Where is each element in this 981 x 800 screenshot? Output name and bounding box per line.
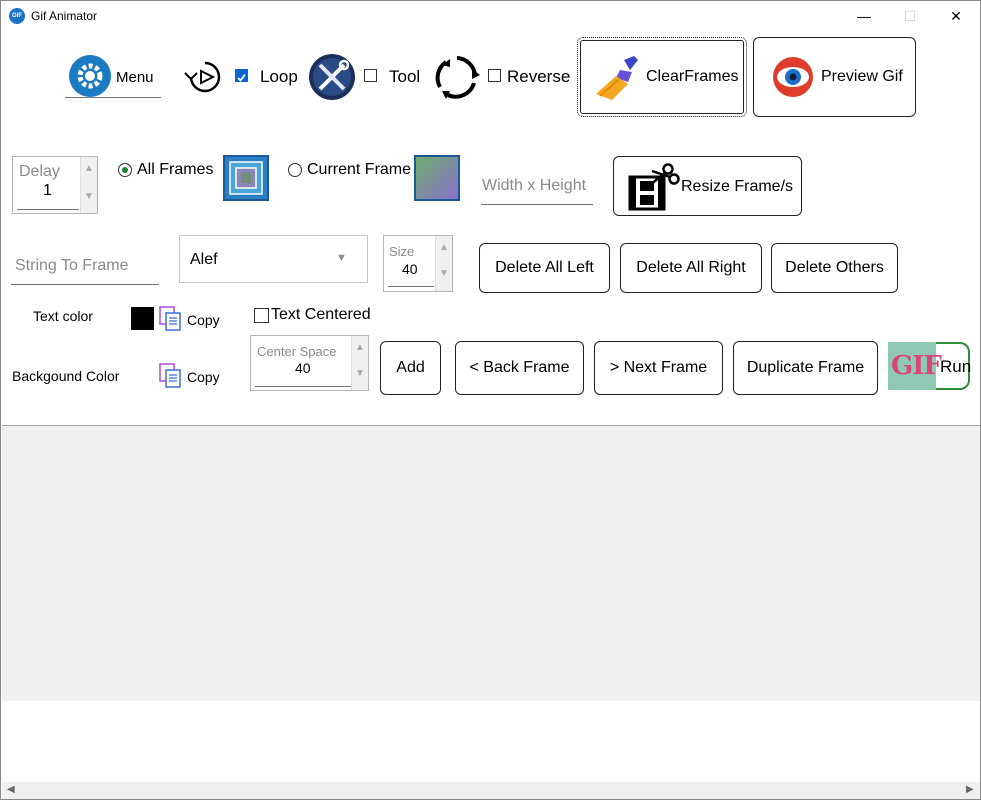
delete-others-button[interactable]: Delete Others: [771, 243, 898, 293]
spin-down-icon[interactable]: ▼: [84, 191, 94, 202]
size-label: Size: [389, 244, 415, 259]
tool-checkbox[interactable]: [364, 69, 377, 82]
preview-gif-button[interactable]: Preview Gif: [753, 37, 916, 117]
copy-icon[interactable]: [159, 306, 183, 332]
font-select[interactable]: Alef ▼: [179, 235, 368, 283]
text-color-label: Text color: [33, 308, 93, 324]
preview-gif-label: Preview Gif: [821, 68, 903, 85]
center-space-spinner[interactable]: Center Space 40 ▲ ▼: [250, 335, 369, 391]
tool-label: Tool: [389, 67, 421, 86]
clear-frames-button[interactable]: ClearFrames: [577, 37, 747, 117]
center-space-spin-arrows[interactable]: ▲ ▼: [351, 336, 368, 390]
gif-icon: GIF: [888, 342, 942, 390]
chevron-down-icon: ▼: [336, 252, 347, 264]
add-button[interactable]: Add: [380, 341, 441, 395]
frames-strip[interactable]: [2, 701, 980, 782]
delete-all-left-button[interactable]: Delete All Left: [479, 243, 610, 293]
title-bar: GIF Gif Animator — ☐ ✕: [1, 1, 980, 31]
delay-label: Delay: [19, 163, 60, 180]
spin-up-icon[interactable]: ▲: [84, 163, 94, 174]
app-icon: GIF: [9, 8, 25, 24]
loop-icon: [184, 61, 221, 93]
loop-checkbox[interactable]: [235, 69, 248, 82]
horizontal-scrollbar[interactable]: ◀ ▶: [2, 782, 980, 799]
center-space-label: Center Space: [257, 344, 337, 359]
all-frames-radio[interactable]: [118, 163, 132, 177]
background-color-copy-label[interactable]: Copy: [187, 369, 220, 385]
spin-down-icon[interactable]: ▼: [355, 368, 365, 379]
minimize-button[interactable]: —: [841, 1, 887, 31]
tool-icon: [309, 54, 355, 100]
reverse-checkbox[interactable]: [488, 69, 501, 82]
eye-icon: [773, 57, 813, 97]
all-frames-icon: [223, 155, 269, 201]
resize-frames-label: Resize Frame/s: [681, 178, 794, 195]
reverse-icon: [435, 56, 480, 99]
background-color-label: Backgound Color: [12, 368, 120, 384]
text-color-swatch[interactable]: [131, 307, 154, 330]
reverse-label: Reverse: [507, 67, 571, 86]
broom-icon: [596, 56, 638, 100]
resize-frames-button[interactable]: Resize Frame/s: [613, 156, 802, 216]
size-value: 40: [402, 261, 418, 277]
run-label: Run: [940, 357, 972, 376]
size-spinner[interactable]: Size 40 ▲ ▼: [383, 235, 453, 292]
gear-icon: [69, 55, 111, 97]
copy-icon[interactable]: [159, 363, 183, 389]
window-title: Gif Animator: [31, 9, 98, 23]
string-to-frame-input[interactable]: String To Frame: [15, 257, 129, 275]
close-button[interactable]: ✕: [933, 1, 979, 31]
current-frame-icon: [414, 155, 460, 201]
text-centered-label: Text Centered: [271, 306, 371, 323]
app-window: GIF Gif Animator — ☐ ✕ Menu Loop Tool Re…: [0, 0, 981, 800]
font-select-value: Alef: [190, 251, 218, 268]
resize-input[interactable]: Width x Height: [482, 177, 586, 195]
delay-value: 1: [43, 182, 52, 199]
delete-all-right-button[interactable]: Delete All Right: [620, 243, 762, 293]
clear-frames-label: ClearFrames: [646, 68, 739, 85]
scroll-right-icon[interactable]: ▶: [966, 784, 974, 795]
menu-button[interactable]: Menu: [65, 55, 161, 99]
frame-canvas[interactable]: [2, 425, 980, 702]
loop-label: Loop: [260, 67, 298, 86]
size-spin-arrows[interactable]: ▲ ▼: [435, 236, 452, 291]
spin-up-icon[interactable]: ▲: [439, 242, 449, 253]
maximize-button[interactable]: ☐: [887, 1, 933, 31]
all-frames-label: All Frames: [137, 161, 214, 178]
current-frame-radio[interactable]: [288, 163, 302, 177]
duplicate-frame-button[interactable]: Duplicate Frame: [733, 341, 878, 395]
delay-spin-arrows[interactable]: ▲ ▼: [80, 157, 97, 213]
current-frame-label: Current Frame: [307, 161, 412, 178]
spin-down-icon[interactable]: ▼: [439, 268, 449, 279]
spin-up-icon[interactable]: ▲: [355, 342, 365, 353]
next-frame-button[interactable]: > Next Frame: [594, 341, 723, 395]
menu-label: Menu: [116, 69, 154, 86]
film-scissors-icon: [628, 163, 680, 211]
center-space-value: 40: [295, 360, 311, 376]
back-frame-button[interactable]: < Back Frame: [455, 341, 584, 395]
delay-spinner[interactable]: Delay 1 ▲ ▼: [12, 156, 98, 214]
text-color-copy-label[interactable]: Copy: [187, 312, 220, 328]
run-button[interactable]: GIF Run: [888, 342, 972, 390]
scroll-left-icon[interactable]: ◀: [7, 784, 15, 795]
text-centered-checkbox[interactable]: [254, 308, 269, 323]
